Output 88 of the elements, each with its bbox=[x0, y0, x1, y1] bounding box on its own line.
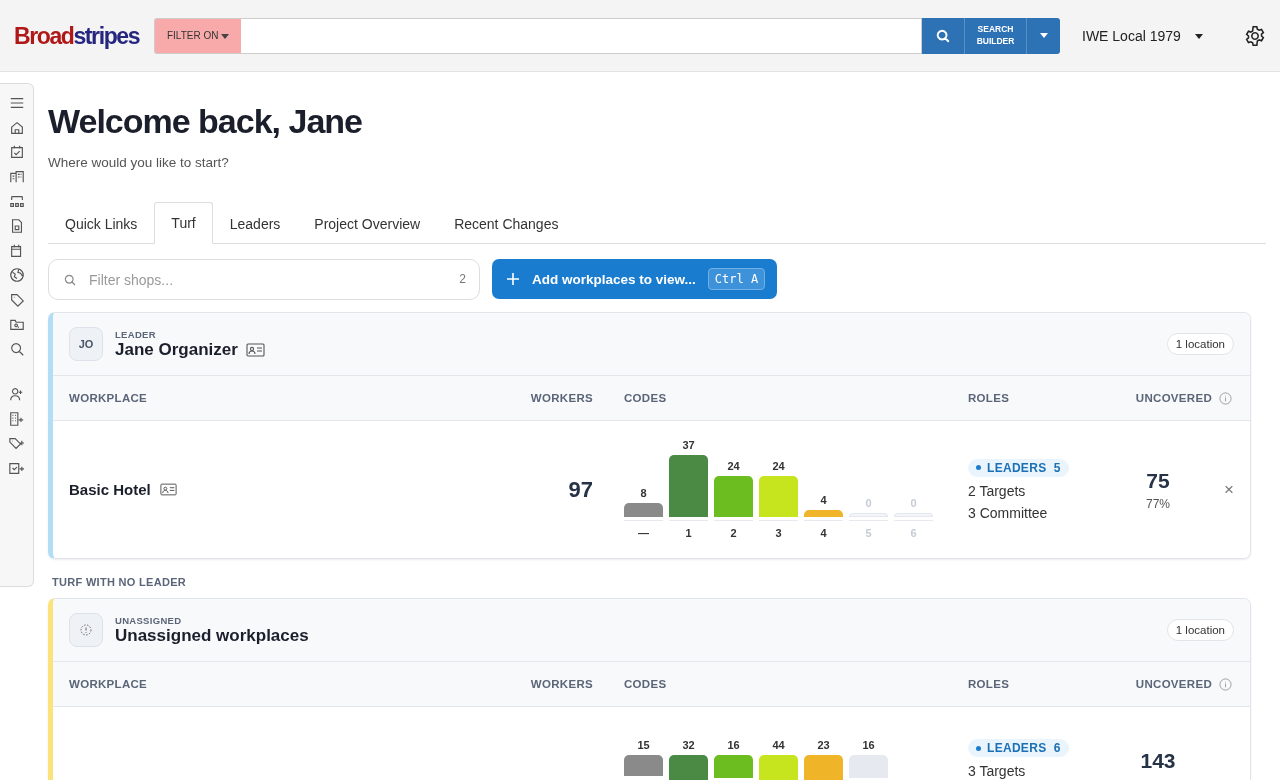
bar-value: 44 bbox=[772, 739, 785, 751]
column-header: CODES bbox=[623, 392, 668, 404]
tab[interactable]: Recent Changes bbox=[437, 202, 576, 244]
location-count: 1 location bbox=[1166, 333, 1234, 355]
group-name: Unassigned workplaces bbox=[115, 625, 309, 646]
bar-value: 15 bbox=[637, 739, 650, 751]
calendar-check-icon[interactable] bbox=[8, 144, 25, 161]
bar bbox=[849, 512, 888, 517]
tab[interactable]: Project Overview bbox=[297, 202, 438, 244]
leaders-badge: LEADERS 6 bbox=[968, 739, 1069, 757]
search-builder-button[interactable]: SEARCH BUILDER bbox=[965, 17, 1027, 54]
bar-value: 37 bbox=[682, 438, 695, 451]
location-count: 1 location bbox=[1166, 619, 1234, 641]
bar-value: 16 bbox=[727, 739, 740, 751]
search-icon[interactable] bbox=[8, 340, 25, 357]
column-header: CODES bbox=[623, 678, 668, 690]
contact-card-icon[interactable] bbox=[159, 483, 177, 496]
workplace-name[interactable]: Basic Hotel bbox=[69, 481, 151, 498]
initials-avatar: JO bbox=[69, 327, 103, 361]
home-icon[interactable] bbox=[8, 119, 25, 136]
bar-value: 0 bbox=[910, 496, 917, 509]
settings-icon[interactable] bbox=[1244, 24, 1266, 47]
bar bbox=[714, 476, 753, 517]
bar-value: 24 bbox=[727, 460, 740, 473]
column-header: WORKERS bbox=[530, 392, 594, 404]
code-label: 6 bbox=[910, 526, 917, 541]
bar-value: 0 bbox=[865, 496, 872, 509]
search-icon bbox=[63, 273, 77, 287]
column-header: WORKPLACE bbox=[69, 678, 149, 690]
tab[interactable]: Quick Links bbox=[48, 202, 155, 244]
code-label: 1 bbox=[685, 526, 692, 541]
plus-icon bbox=[506, 272, 520, 286]
menu-icon[interactable] bbox=[8, 95, 25, 111]
column-header: ROLES bbox=[967, 678, 1011, 690]
column-header: ROLES bbox=[967, 392, 1011, 404]
group-name: Jane Organizer bbox=[115, 339, 238, 360]
role-count: 3 Targets bbox=[968, 763, 1026, 779]
tab[interactable]: Turf bbox=[154, 202, 213, 244]
search-button[interactable] bbox=[922, 17, 965, 54]
keyboard-shortcut: Ctrl A bbox=[707, 268, 766, 290]
globe-icon[interactable] bbox=[8, 267, 25, 284]
column-header: WORKPLACE bbox=[69, 392, 149, 404]
contact-card-icon[interactable] bbox=[245, 342, 265, 357]
bar-value: 8 bbox=[640, 487, 647, 500]
org-chart-icon[interactable] bbox=[8, 193, 25, 210]
remove-button[interactable]: × bbox=[1220, 479, 1238, 500]
dashed-circle-icon bbox=[80, 624, 92, 636]
buildings-icon[interactable] bbox=[8, 168, 25, 185]
dropdown-button[interactable] bbox=[1027, 17, 1060, 54]
column-header: UNCOVERED bbox=[1135, 392, 1212, 404]
organization-dropdown[interactable]: IWE Local 1979 bbox=[1082, 27, 1232, 44]
bar-value: 4 bbox=[820, 493, 827, 506]
uncovered-percent: 77% bbox=[1146, 496, 1170, 511]
uncovered-count: 75 bbox=[1146, 468, 1170, 493]
welcome-heading: Welcome back, Jane bbox=[48, 102, 363, 141]
bar-value: 32 bbox=[682, 739, 695, 751]
code-label: — bbox=[638, 526, 649, 541]
code-label: 5 bbox=[865, 526, 872, 541]
column-header: UNCOVERED bbox=[1135, 678, 1212, 690]
search-icon bbox=[935, 27, 951, 44]
column-header: WORKERS bbox=[530, 678, 594, 690]
tab[interactable]: Leaders bbox=[212, 202, 298, 244]
bar bbox=[804, 509, 843, 517]
bar-value: 16 bbox=[862, 739, 875, 751]
code-label: 4 bbox=[820, 526, 827, 541]
bar-value: 24 bbox=[772, 460, 785, 473]
role-count: 2 Targets bbox=[968, 482, 1026, 499]
add-building-icon[interactable] bbox=[7, 410, 26, 427]
bar bbox=[624, 503, 663, 517]
add-tag-icon[interactable] bbox=[7, 435, 26, 452]
group-role: UNASSIGNED bbox=[115, 614, 183, 626]
section-label: TURF WITH NO LEADER bbox=[52, 576, 188, 588]
logo[interactable]: Broadstripes bbox=[14, 21, 143, 50]
welcome-subtitle: Where would you like to start? bbox=[48, 155, 230, 170]
bar bbox=[759, 476, 798, 517]
leaders-badge: LEADERS 5 bbox=[968, 458, 1069, 477]
group-role: LEADER bbox=[115, 328, 157, 340]
bar-value: 23 bbox=[817, 739, 830, 751]
uncovered-count: 143 bbox=[1140, 749, 1176, 773]
bar bbox=[669, 454, 708, 517]
role-count: 3 Committee bbox=[968, 504, 1048, 521]
tag-icon[interactable] bbox=[8, 291, 25, 308]
code-label: 3 bbox=[775, 526, 782, 541]
code-label: 2 bbox=[730, 526, 737, 541]
worker-count: 97 bbox=[568, 476, 593, 502]
add-workplaces-button[interactable]: Add workplaces to view... Ctrl A bbox=[492, 259, 778, 299]
result-count: 2 bbox=[459, 272, 466, 286]
bar bbox=[894, 512, 933, 517]
